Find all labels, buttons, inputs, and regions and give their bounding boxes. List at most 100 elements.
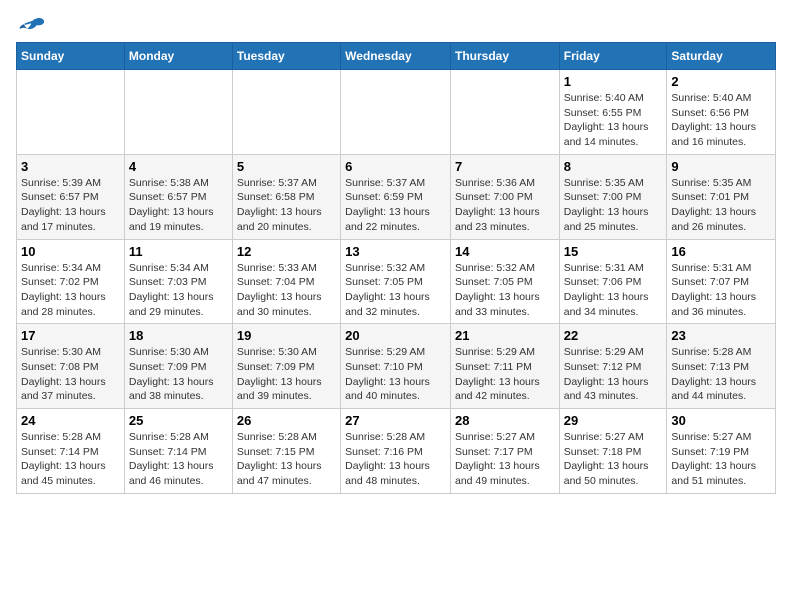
calendar-cell: 29 Sunrise: 5:27 AM Sunset: 7:18 PM Dayli… <box>559 409 667 494</box>
day-number: 13 <box>345 244 446 259</box>
day-info: Sunrise: 5:30 AM Sunset: 7:09 PM Dayligh… <box>129 345 228 404</box>
day-info: Sunrise: 5:30 AM Sunset: 7:08 PM Dayligh… <box>21 345 120 404</box>
day-info: Sunrise: 5:30 AM Sunset: 7:09 PM Dayligh… <box>237 345 336 404</box>
day-header-friday: Friday <box>559 43 667 70</box>
day-number: 15 <box>564 244 663 259</box>
day-info: Sunrise: 5:27 AM Sunset: 7:18 PM Dayligh… <box>564 430 663 489</box>
calendar-cell <box>450 70 559 155</box>
day-header-sunday: Sunday <box>17 43 125 70</box>
calendar-cell: 22 Sunrise: 5:29 AM Sunset: 7:12 PM Dayli… <box>559 324 667 409</box>
day-number: 6 <box>345 159 446 174</box>
day-info: Sunrise: 5:35 AM Sunset: 7:00 PM Dayligh… <box>564 176 663 235</box>
day-info: Sunrise: 5:28 AM Sunset: 7:16 PM Dayligh… <box>345 430 446 489</box>
calendar-cell: 18 Sunrise: 5:30 AM Sunset: 7:09 PM Dayli… <box>124 324 232 409</box>
day-info: Sunrise: 5:32 AM Sunset: 7:05 PM Dayligh… <box>455 261 555 320</box>
calendar-table: SundayMondayTuesdayWednesdayThursdayFrid… <box>16 42 776 494</box>
calendar-cell: 3 Sunrise: 5:39 AM Sunset: 6:57 PM Daylig… <box>17 154 125 239</box>
day-number: 29 <box>564 413 663 428</box>
day-number: 12 <box>237 244 336 259</box>
calendar-cell <box>17 70 125 155</box>
day-info: Sunrise: 5:40 AM Sunset: 6:55 PM Dayligh… <box>564 91 663 150</box>
calendar-cell: 26 Sunrise: 5:28 AM Sunset: 7:15 PM Dayli… <box>232 409 340 494</box>
calendar-cell: 6 Sunrise: 5:37 AM Sunset: 6:59 PM Daylig… <box>341 154 451 239</box>
day-number: 5 <box>237 159 336 174</box>
day-number: 27 <box>345 413 446 428</box>
calendar-cell: 19 Sunrise: 5:30 AM Sunset: 7:09 PM Dayli… <box>232 324 340 409</box>
day-number: 4 <box>129 159 228 174</box>
calendar-cell: 14 Sunrise: 5:32 AM Sunset: 7:05 PM Dayli… <box>450 239 559 324</box>
calendar-cell: 5 Sunrise: 5:37 AM Sunset: 6:58 PM Daylig… <box>232 154 340 239</box>
calendar-week-2: 3 Sunrise: 5:39 AM Sunset: 6:57 PM Daylig… <box>17 154 776 239</box>
calendar-cell <box>341 70 451 155</box>
day-number: 28 <box>455 413 555 428</box>
calendar-cell: 13 Sunrise: 5:32 AM Sunset: 7:05 PM Dayli… <box>341 239 451 324</box>
day-number: 26 <box>237 413 336 428</box>
day-info: Sunrise: 5:39 AM Sunset: 6:57 PM Dayligh… <box>21 176 120 235</box>
day-info: Sunrise: 5:36 AM Sunset: 7:00 PM Dayligh… <box>455 176 555 235</box>
calendar-cell: 25 Sunrise: 5:28 AM Sunset: 7:14 PM Dayli… <box>124 409 232 494</box>
calendar-cell: 12 Sunrise: 5:33 AM Sunset: 7:04 PM Dayli… <box>232 239 340 324</box>
day-info: Sunrise: 5:28 AM Sunset: 7:14 PM Dayligh… <box>129 430 228 489</box>
day-info: Sunrise: 5:40 AM Sunset: 6:56 PM Dayligh… <box>671 91 771 150</box>
calendar-week-3: 10 Sunrise: 5:34 AM Sunset: 7:02 PM Dayli… <box>17 239 776 324</box>
day-info: Sunrise: 5:35 AM Sunset: 7:01 PM Dayligh… <box>671 176 771 235</box>
day-number: 21 <box>455 328 555 343</box>
day-number: 18 <box>129 328 228 343</box>
calendar-cell: 24 Sunrise: 5:28 AM Sunset: 7:14 PM Dayli… <box>17 409 125 494</box>
day-number: 19 <box>237 328 336 343</box>
day-info: Sunrise: 5:37 AM Sunset: 6:58 PM Dayligh… <box>237 176 336 235</box>
day-number: 3 <box>21 159 120 174</box>
day-info: Sunrise: 5:37 AM Sunset: 6:59 PM Dayligh… <box>345 176 446 235</box>
day-number: 22 <box>564 328 663 343</box>
day-info: Sunrise: 5:33 AM Sunset: 7:04 PM Dayligh… <box>237 261 336 320</box>
day-number: 1 <box>564 74 663 89</box>
day-number: 11 <box>129 244 228 259</box>
day-info: Sunrise: 5:29 AM Sunset: 7:11 PM Dayligh… <box>455 345 555 404</box>
day-info: Sunrise: 5:34 AM Sunset: 7:02 PM Dayligh… <box>21 261 120 320</box>
calendar-cell: 4 Sunrise: 5:38 AM Sunset: 6:57 PM Daylig… <box>124 154 232 239</box>
day-number: 24 <box>21 413 120 428</box>
day-header-tuesday: Tuesday <box>232 43 340 70</box>
days-header-row: SundayMondayTuesdayWednesdayThursdayFrid… <box>17 43 776 70</box>
day-number: 14 <box>455 244 555 259</box>
calendar-cell: 27 Sunrise: 5:28 AM Sunset: 7:16 PM Dayli… <box>341 409 451 494</box>
day-header-monday: Monday <box>124 43 232 70</box>
day-info: Sunrise: 5:31 AM Sunset: 7:07 PM Dayligh… <box>671 261 771 320</box>
calendar-cell: 23Sunrise: 5:28 AM Sunset: 7:13 PM Dayli… <box>667 324 776 409</box>
day-number: 16 <box>671 244 771 259</box>
calendar-cell: 7Sunrise: 5:36 AM Sunset: 7:00 PM Daylig… <box>450 154 559 239</box>
logo <box>16 16 46 34</box>
calendar-cell: 28 Sunrise: 5:27 AM Sunset: 7:17 PM Dayli… <box>450 409 559 494</box>
calendar-week-5: 24 Sunrise: 5:28 AM Sunset: 7:14 PM Dayli… <box>17 409 776 494</box>
calendar-cell: 10 Sunrise: 5:34 AM Sunset: 7:02 PM Dayli… <box>17 239 125 324</box>
day-info: Sunrise: 5:29 AM Sunset: 7:10 PM Dayligh… <box>345 345 446 404</box>
day-info: Sunrise: 5:27 AM Sunset: 7:19 PM Dayligh… <box>671 430 771 489</box>
day-info: Sunrise: 5:38 AM Sunset: 6:57 PM Dayligh… <box>129 176 228 235</box>
calendar-cell <box>232 70 340 155</box>
calendar-cell: 15 Sunrise: 5:31 AM Sunset: 7:06 PM Dayli… <box>559 239 667 324</box>
day-info: Sunrise: 5:31 AM Sunset: 7:06 PM Dayligh… <box>564 261 663 320</box>
day-info: Sunrise: 5:27 AM Sunset: 7:17 PM Dayligh… <box>455 430 555 489</box>
day-number: 17 <box>21 328 120 343</box>
day-info: Sunrise: 5:28 AM Sunset: 7:13 PM Dayligh… <box>671 345 771 404</box>
day-info: Sunrise: 5:28 AM Sunset: 7:14 PM Dayligh… <box>21 430 120 489</box>
day-number: 30 <box>671 413 771 428</box>
calendar-cell: 1 Sunrise: 5:40 AM Sunset: 6:55 PM Daylig… <box>559 70 667 155</box>
calendar-cell: 2 Sunrise: 5:40 AM Sunset: 6:56 PM Daylig… <box>667 70 776 155</box>
calendar-cell: 16 Sunrise: 5:31 AM Sunset: 7:07 PM Dayli… <box>667 239 776 324</box>
day-number: 25 <box>129 413 228 428</box>
day-header-saturday: Saturday <box>667 43 776 70</box>
day-number: 8 <box>564 159 663 174</box>
day-number: 10 <box>21 244 120 259</box>
day-number: 9 <box>671 159 771 174</box>
header <box>16 16 776 34</box>
calendar-cell: 8 Sunrise: 5:35 AM Sunset: 7:00 PM Daylig… <box>559 154 667 239</box>
day-info: Sunrise: 5:32 AM Sunset: 7:05 PM Dayligh… <box>345 261 446 320</box>
calendar-cell <box>124 70 232 155</box>
calendar-cell: 30 Sunrise: 5:27 AM Sunset: 7:19 PM Dayli… <box>667 409 776 494</box>
calendar-cell: 17 Sunrise: 5:30 AM Sunset: 7:08 PM Dayli… <box>17 324 125 409</box>
day-info: Sunrise: 5:29 AM Sunset: 7:12 PM Dayligh… <box>564 345 663 404</box>
day-number: 2 <box>671 74 771 89</box>
day-info: Sunrise: 5:28 AM Sunset: 7:15 PM Dayligh… <box>237 430 336 489</box>
day-info: Sunrise: 5:34 AM Sunset: 7:03 PM Dayligh… <box>129 261 228 320</box>
